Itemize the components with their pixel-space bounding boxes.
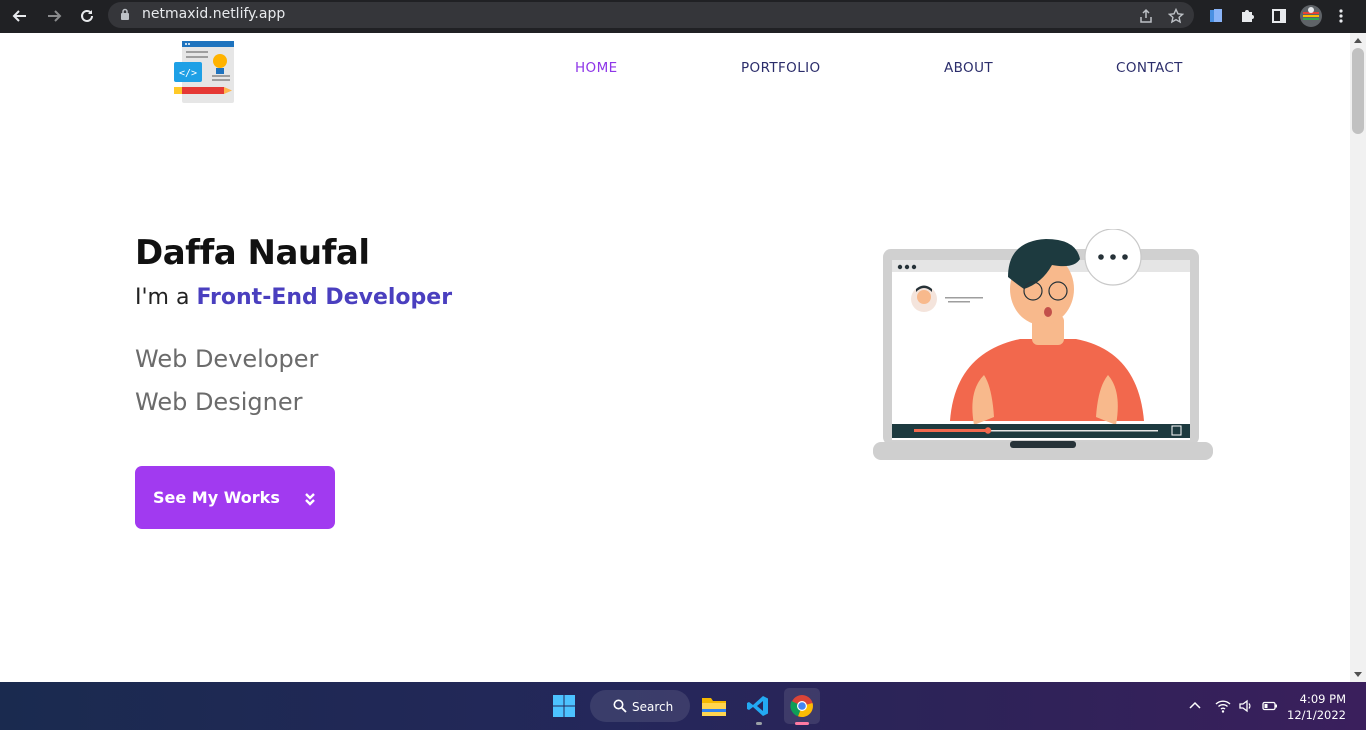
lock-icon	[121, 8, 129, 20]
bookmark-button[interactable]	[1165, 5, 1187, 27]
browser-menu-button[interactable]	[1330, 5, 1352, 27]
see-my-works-label: See My Works	[153, 488, 280, 507]
side-panel-button[interactable]	[1268, 5, 1290, 27]
hero-illustration	[873, 229, 1213, 460]
chevron-up-icon[interactable]	[1187, 698, 1203, 714]
see-my-works-button[interactable]: See My Works	[135, 466, 335, 529]
extension-button[interactable]	[1205, 5, 1227, 27]
url-text[interactable]: netmaxid.netlify.app	[142, 6, 285, 22]
clock-time: 4:09 PM	[1299, 692, 1346, 706]
svg-text:</>: </>	[179, 68, 197, 79]
puzzle-icon	[1242, 10, 1254, 22]
scroll-thumb[interactable]	[1352, 48, 1364, 134]
system-clock[interactable]: 4:09 PM 12/1/2022	[1287, 691, 1346, 723]
nav-home[interactable]: HOME	[575, 60, 618, 76]
battery-icon[interactable]	[1262, 698, 1278, 714]
back-button[interactable]	[8, 4, 32, 28]
extensions-menu-button[interactable]	[1236, 5, 1258, 27]
nav-about[interactable]: ABOUT	[944, 60, 993, 76]
os-taskbar: Search 4:09 PM 12/1/2022	[0, 682, 1366, 730]
chrome-button[interactable]	[784, 688, 820, 724]
browser-toolbar: netmaxid.netlify.app	[0, 0, 1366, 33]
page-scrollbar[interactable]	[1350, 33, 1366, 682]
arrow-left-icon	[12, 10, 26, 22]
share-icon	[1140, 8, 1152, 23]
folder-icon	[702, 698, 726, 716]
vscode-icon	[747, 696, 768, 716]
scroll-up-arrow-icon[interactable]	[1354, 38, 1362, 43]
extension-app-icon	[1210, 9, 1222, 22]
reload-button[interactable]	[75, 4, 99, 28]
clock-date: 12/1/2022	[1287, 708, 1346, 722]
chevrons-down-icon	[305, 493, 315, 506]
chrome-icon	[790, 695, 813, 718]
star-icon	[1168, 8, 1184, 24]
arrow-right-icon	[48, 10, 62, 22]
taskbar-search-label: Search	[632, 700, 674, 714]
vscode-button[interactable]	[740, 688, 776, 724]
skill-item: Web Designer	[135, 388, 303, 416]
share-button[interactable]	[1135, 5, 1157, 27]
hero-role-highlight: Front-End Developer	[196, 285, 453, 310]
avatar	[1300, 5, 1322, 27]
vscode-running-indicator	[756, 722, 762, 725]
wifi-icon[interactable]	[1215, 698, 1231, 714]
volume-icon[interactable]	[1238, 698, 1254, 714]
page-viewport: </> HOME PORTFOLIO ABOUT CONTACT Daffa N…	[0, 33, 1350, 682]
hero-role-prefix: I'm a	[135, 285, 197, 310]
reload-icon	[81, 9, 93, 22]
start-button[interactable]	[546, 688, 582, 724]
site-logo[interactable]: </>	[172, 37, 236, 103]
more-vertical-icon	[1339, 9, 1343, 23]
hero-role: I'm a Front-End Developer	[135, 285, 452, 310]
file-explorer-button[interactable]	[696, 688, 732, 724]
skill-item: Web Developer	[135, 345, 319, 373]
profile-button[interactable]	[1300, 5, 1322, 27]
side-panel-icon	[1272, 9, 1286, 23]
windows-icon	[553, 695, 575, 717]
search-icon	[613, 699, 627, 713]
hero-name: Daffa Naufal	[135, 233, 370, 273]
nav-portfolio[interactable]: PORTFOLIO	[741, 60, 821, 76]
chrome-running-indicator	[795, 722, 809, 725]
forward-button[interactable]	[42, 4, 66, 28]
nav-contact[interactable]: CONTACT	[1116, 60, 1183, 76]
scroll-down-arrow-icon[interactable]	[1354, 672, 1362, 677]
